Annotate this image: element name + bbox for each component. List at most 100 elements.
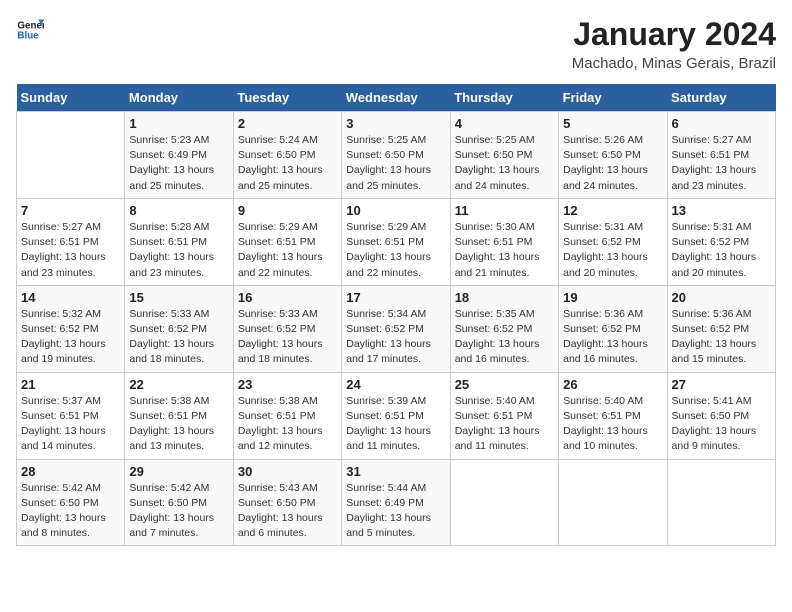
day-info: Sunrise: 5:24 AMSunset: 6:50 PMDaylight:… bbox=[238, 133, 337, 194]
day-info: Sunrise: 5:30 AMSunset: 6:51 PMDaylight:… bbox=[455, 220, 554, 281]
column-header-friday: Friday bbox=[559, 84, 667, 112]
day-info: Sunrise: 5:35 AMSunset: 6:52 PMDaylight:… bbox=[455, 307, 554, 368]
day-number: 20 bbox=[672, 290, 771, 305]
day-number: 23 bbox=[238, 377, 337, 392]
calendar-cell: 22 Sunrise: 5:38 AMSunset: 6:51 PMDayligh… bbox=[125, 372, 233, 459]
calendar-cell bbox=[559, 459, 667, 546]
calendar-cell: 28Sunrise: 5:42 AMSunset: 6:50 PMDayligh… bbox=[17, 459, 125, 546]
calendar-cell: 13Sunrise: 5:31 AMSunset: 6:52 PMDayligh… bbox=[667, 198, 775, 285]
column-header-saturday: Saturday bbox=[667, 84, 775, 112]
day-info: Sunrise: 5:36 AMSunset: 6:52 PMDaylight:… bbox=[563, 307, 662, 368]
calendar-cell: 21Sunrise: 5:37 AMSunset: 6:51 PMDayligh… bbox=[17, 372, 125, 459]
calendar-cell: 11 Sunrise: 5:30 AMSunset: 6:51 PMDayligh… bbox=[450, 198, 558, 285]
week-row-2: 7 Sunrise: 5:27 AMSunset: 6:51 PMDaylight… bbox=[17, 198, 776, 285]
calendar-cell: 17 Sunrise: 5:34 AMSunset: 6:52 PMDayligh… bbox=[342, 285, 450, 372]
calendar-cell: 3Sunrise: 5:25 AMSunset: 6:50 PMDaylight… bbox=[342, 112, 450, 199]
calendar-cell: 26 Sunrise: 5:40 AMSunset: 6:51 PMDayligh… bbox=[559, 372, 667, 459]
calendar-table: SundayMondayTuesdayWednesdayThursdayFrid… bbox=[16, 84, 776, 546]
day-number: 12 bbox=[563, 203, 662, 218]
day-info: Sunrise: 5:42 AMSunset: 6:50 PMDaylight:… bbox=[129, 481, 228, 542]
day-number: 1 bbox=[129, 116, 228, 131]
day-number: 26 bbox=[563, 377, 662, 392]
day-number: 21 bbox=[21, 377, 120, 392]
day-number: 17 bbox=[346, 290, 445, 305]
day-number: 29 bbox=[129, 464, 228, 479]
calendar-header-row: SundayMondayTuesdayWednesdayThursdayFrid… bbox=[17, 84, 776, 112]
day-info: Sunrise: 5:40 AMSunset: 6:51 PMDaylight:… bbox=[455, 394, 554, 455]
calendar-cell: 1 Sunrise: 5:23 AMSunset: 6:49 PMDaylight… bbox=[125, 112, 233, 199]
day-info: Sunrise: 5:29 AMSunset: 6:51 PMDaylight:… bbox=[346, 220, 445, 281]
calendar-cell bbox=[17, 112, 125, 199]
day-info: Sunrise: 5:23 AMSunset: 6:49 PMDaylight:… bbox=[129, 133, 228, 194]
day-number: 3 bbox=[346, 116, 445, 131]
svg-text:Blue: Blue bbox=[17, 30, 39, 41]
day-number: 7 bbox=[21, 203, 120, 218]
calendar-cell: 5 Sunrise: 5:26 AMSunset: 6:50 PMDaylight… bbox=[559, 112, 667, 199]
calendar-cell: 6 Sunrise: 5:27 AMSunset: 6:51 PMDaylight… bbox=[667, 112, 775, 199]
day-number: 16 bbox=[238, 290, 337, 305]
day-number: 13 bbox=[672, 203, 771, 218]
day-info: Sunrise: 5:41 AMSunset: 6:50 PMDaylight:… bbox=[672, 394, 771, 455]
calendar-cell: 19 Sunrise: 5:36 AMSunset: 6:52 PMDayligh… bbox=[559, 285, 667, 372]
day-number: 15 bbox=[129, 290, 228, 305]
day-info: Sunrise: 5:34 AMSunset: 6:52 PMDaylight:… bbox=[346, 307, 445, 368]
calendar-cell: 16 Sunrise: 5:33 AMSunset: 6:52 PMDayligh… bbox=[233, 285, 341, 372]
calendar-cell: 2 Sunrise: 5:24 AMSunset: 6:50 PMDaylight… bbox=[233, 112, 341, 199]
day-info: Sunrise: 5:32 AMSunset: 6:52 PMDaylight:… bbox=[21, 307, 120, 368]
day-info: Sunrise: 5:44 AMSunset: 6:49 PMDaylight:… bbox=[346, 481, 445, 542]
calendar-cell: 23 Sunrise: 5:38 AMSunset: 6:51 PMDayligh… bbox=[233, 372, 341, 459]
main-title: January 2024 bbox=[572, 16, 776, 53]
calendar-cell: 24 Sunrise: 5:39 AMSunset: 6:51 PMDayligh… bbox=[342, 372, 450, 459]
day-info: Sunrise: 5:36 AMSunset: 6:52 PMDaylight:… bbox=[672, 307, 771, 368]
title-block: January 2024 Machado, Minas Gerais, Braz… bbox=[572, 16, 776, 72]
week-row-5: 28 Sunrise: 5:42 AMSunset: 6:50 PMDayligh… bbox=[17, 459, 776, 546]
day-number: 8 bbox=[129, 203, 228, 218]
day-number: 22 bbox=[129, 377, 228, 392]
calendar-cell: 14 Sunrise: 5:32 AMSunset: 6:52 PMDayligh… bbox=[17, 285, 125, 372]
calendar-cell: 18Sunrise: 5:35 AMSunset: 6:52 PMDayligh… bbox=[450, 285, 558, 372]
day-number: 4 bbox=[455, 116, 554, 131]
day-info: Sunrise: 5:27 AMSunset: 6:51 PMDaylight:… bbox=[672, 133, 771, 194]
day-info: Sunrise: 5:39 AMSunset: 6:51 PMDaylight:… bbox=[346, 394, 445, 455]
day-number: 25 bbox=[455, 377, 554, 392]
day-number: 6 bbox=[672, 116, 771, 131]
day-info: Sunrise: 5:29 AMSunset: 6:51 PMDaylight:… bbox=[238, 220, 337, 281]
day-info: Sunrise: 5:26 AMSunset: 6:50 PMDaylight:… bbox=[563, 133, 662, 194]
day-number: 27 bbox=[672, 377, 771, 392]
subtitle: Machado, Minas Gerais, Brazil bbox=[572, 55, 776, 72]
day-number: 28 bbox=[21, 464, 120, 479]
day-number: 14 bbox=[21, 290, 120, 305]
calendar-cell: 10 Sunrise: 5:29 AMSunset: 6:51 PMDayligh… bbox=[342, 198, 450, 285]
day-info: Sunrise: 5:31 AMSunset: 6:52 PMDaylight:… bbox=[563, 220, 662, 281]
logo: General Blue bbox=[16, 16, 44, 44]
day-number: 5 bbox=[563, 116, 662, 131]
calendar-cell: 25 Sunrise: 5:40 AMSunset: 6:51 PMDayligh… bbox=[450, 372, 558, 459]
calendar-cell: 8Sunrise: 5:28 AMSunset: 6:51 PMDaylight… bbox=[125, 198, 233, 285]
day-info: Sunrise: 5:33 AMSunset: 6:52 PMDaylight:… bbox=[129, 307, 228, 368]
day-info: Sunrise: 5:43 AMSunset: 6:50 PMDaylight:… bbox=[238, 481, 337, 542]
calendar-body: 1 Sunrise: 5:23 AMSunset: 6:49 PMDaylight… bbox=[17, 112, 776, 546]
week-row-1: 1 Sunrise: 5:23 AMSunset: 6:49 PMDaylight… bbox=[17, 112, 776, 199]
day-number: 11 bbox=[455, 203, 554, 218]
day-info: Sunrise: 5:40 AMSunset: 6:51 PMDaylight:… bbox=[563, 394, 662, 455]
day-info: Sunrise: 5:38 AMSunset: 6:51 PMDaylight:… bbox=[238, 394, 337, 455]
week-row-3: 14 Sunrise: 5:32 AMSunset: 6:52 PMDayligh… bbox=[17, 285, 776, 372]
calendar-cell: 20 Sunrise: 5:36 AMSunset: 6:52 PMDayligh… bbox=[667, 285, 775, 372]
week-row-4: 21Sunrise: 5:37 AMSunset: 6:51 PMDayligh… bbox=[17, 372, 776, 459]
logo-icon: General Blue bbox=[16, 16, 44, 44]
day-number: 30 bbox=[238, 464, 337, 479]
day-info: Sunrise: 5:33 AMSunset: 6:52 PMDaylight:… bbox=[238, 307, 337, 368]
column-header-monday: Monday bbox=[125, 84, 233, 112]
calendar-cell: 4Sunrise: 5:25 AMSunset: 6:50 PMDaylight… bbox=[450, 112, 558, 199]
day-number: 10 bbox=[346, 203, 445, 218]
column-header-wednesday: Wednesday bbox=[342, 84, 450, 112]
day-number: 31 bbox=[346, 464, 445, 479]
day-number: 24 bbox=[346, 377, 445, 392]
calendar-cell bbox=[450, 459, 558, 546]
day-number: 2 bbox=[238, 116, 337, 131]
day-info: Sunrise: 5:27 AMSunset: 6:51 PMDaylight:… bbox=[21, 220, 120, 281]
day-info: Sunrise: 5:38 AMSunset: 6:51 PMDaylight:… bbox=[129, 394, 228, 455]
column-header-tuesday: Tuesday bbox=[233, 84, 341, 112]
column-header-sunday: Sunday bbox=[17, 84, 125, 112]
day-number: 19 bbox=[563, 290, 662, 305]
